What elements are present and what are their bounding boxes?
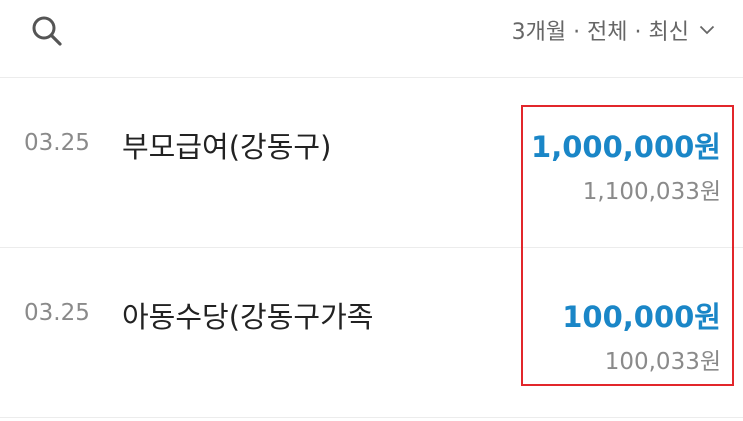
chevron-down-icon [699,25,715,35]
transaction-row[interactable]: 03.25 아동수당(강동구가족 100,000원 100,033원 [0,248,743,418]
search-button[interactable] [28,12,66,50]
transaction-amount: 1,000,000원 [531,130,721,164]
filter-dropdown[interactable]: 3개월 · 전체 · 최신 [512,14,715,46]
transaction-title: 부모급여(강동구) [122,130,332,164]
filter-label: 3개월 · 전체 · 최신 [511,20,689,45]
transaction-balance: 1,100,033원 [582,179,721,205]
transaction-date: 03.25 [24,300,90,326]
transaction-title: 아동수당(강동구가족 [122,300,374,334]
search-icon [32,16,62,46]
transaction-date: 03.25 [24,130,90,156]
top-bar: 3개월 · 전체 · 최신 [0,0,743,78]
transaction-balance: 100,033원 [604,349,721,375]
transaction-row[interactable]: 03.25 부모급여(강동구) 1,000,000원 1,100,033원 [0,78,743,248]
transaction-amount: 100,000원 [562,300,721,334]
